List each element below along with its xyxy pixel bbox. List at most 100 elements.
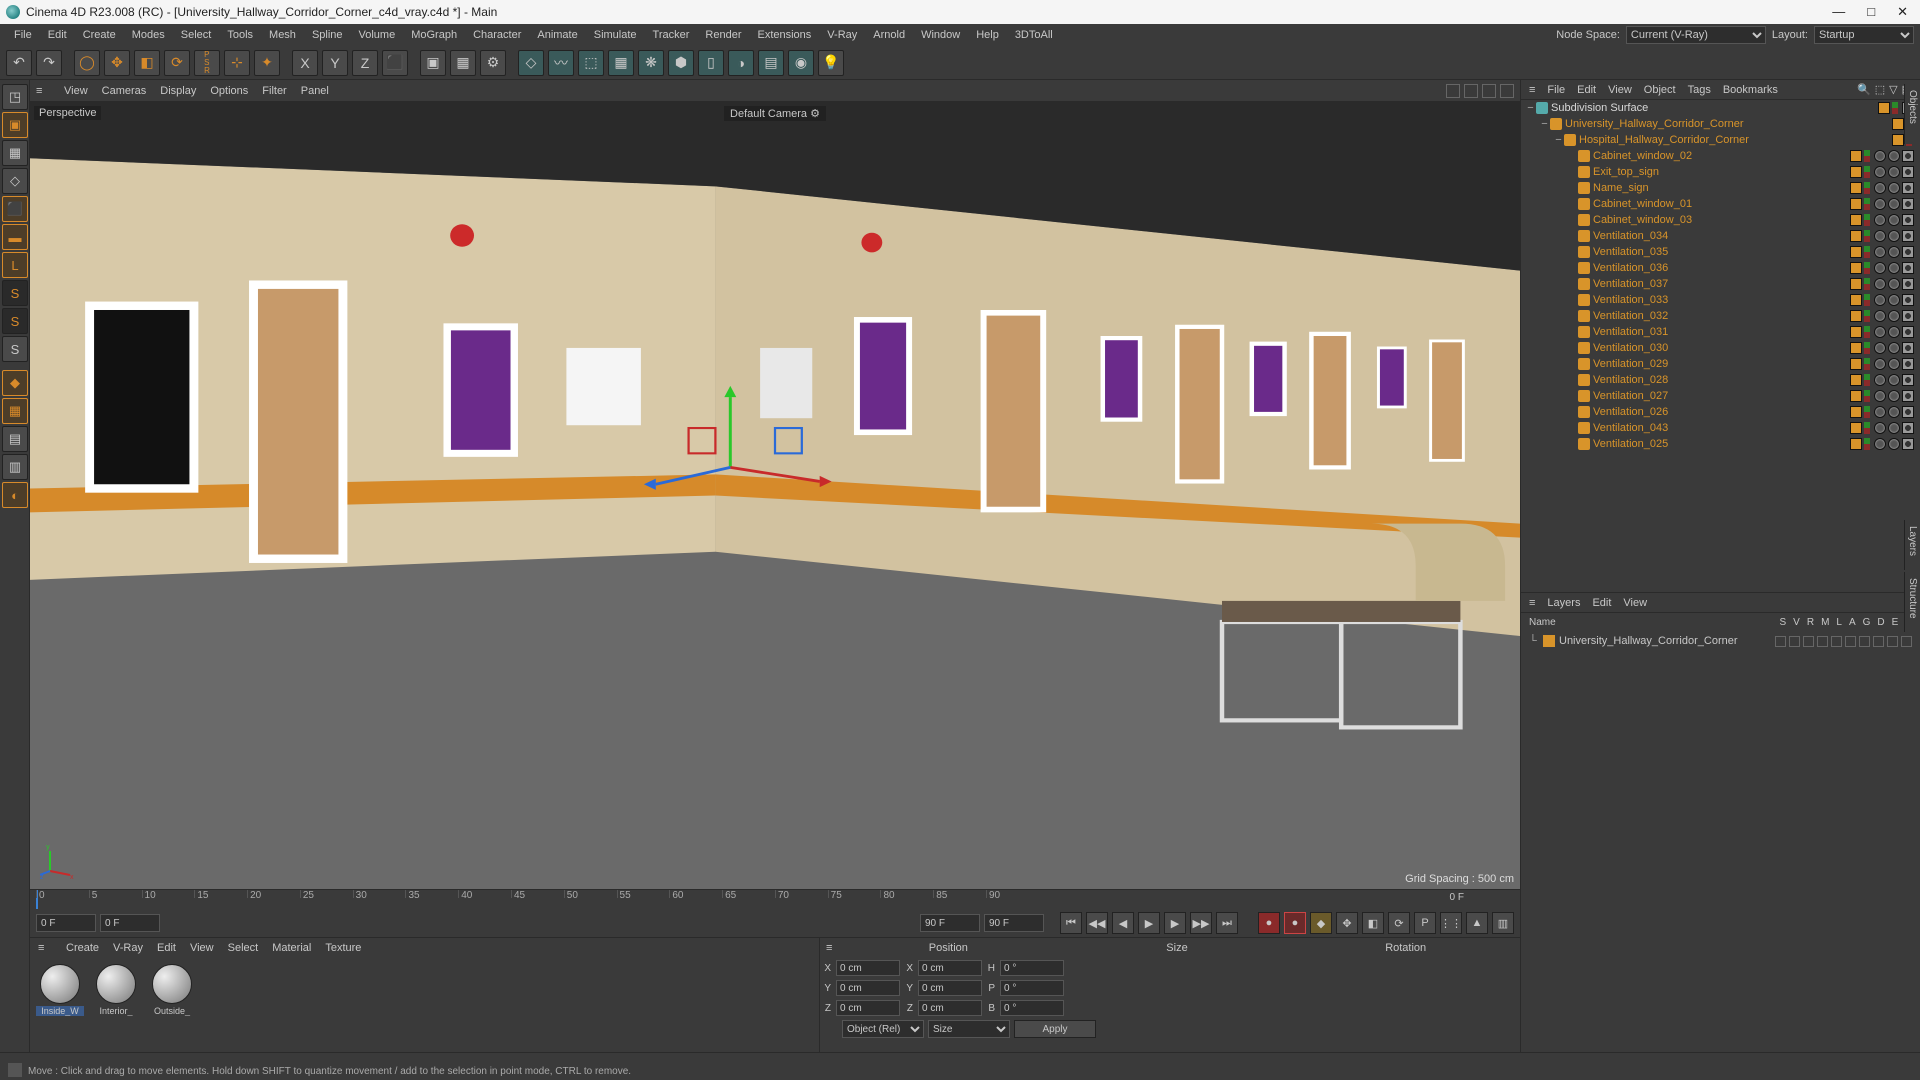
menu-simulate[interactable]: Simulate <box>586 29 645 41</box>
object-row[interactable]: Ventilation_034 <box>1521 228 1920 244</box>
point-mode[interactable]: ⬛ <box>2 196 28 222</box>
om-view-icon[interactable]: ▽ <box>1889 83 1897 96</box>
autokey-button[interactable]: ● <box>1284 912 1306 934</box>
layers-menu-layers[interactable]: Layers <box>1547 597 1580 609</box>
light-add[interactable]: 💡 <box>818 50 844 76</box>
material-menu-select[interactable]: Select <box>228 942 259 954</box>
menu-select[interactable]: Select <box>173 29 220 41</box>
menu-animate[interactable]: Animate <box>529 29 585 41</box>
vp-nav4[interactable] <box>1500 84 1514 98</box>
material-menu-edit[interactable]: Edit <box>157 942 176 954</box>
key-param[interactable]: P <box>1414 912 1436 934</box>
rot-h[interactable] <box>1000 960 1064 976</box>
viewport-menu-filter[interactable]: Filter <box>262 85 286 97</box>
om-menu-bookmarks[interactable]: Bookmarks <box>1723 84 1778 96</box>
object-row[interactable]: Cabinet_window_02 <box>1521 148 1920 164</box>
viewport-perspective[interactable]: Perspective Default Camera ⚙ Grid Spacin… <box>30 102 1520 889</box>
range-from[interactable] <box>100 914 160 932</box>
menu-character[interactable]: Character <box>465 29 529 41</box>
material-menu-create[interactable]: Create <box>66 942 99 954</box>
place2-tool[interactable]: ✦ <box>254 50 280 76</box>
next-frame[interactable]: ▶ <box>1164 912 1186 934</box>
tag-add[interactable]: ◑ <box>728 50 754 76</box>
quantize-toggle[interactable]: ▥ <box>2 454 28 480</box>
size-y[interactable] <box>918 980 982 996</box>
layers-tab[interactable]: Layers <box>1904 520 1920 570</box>
object-row[interactable]: Ventilation_036 <box>1521 260 1920 276</box>
menu-edit[interactable]: Edit <box>40 29 75 41</box>
object-row[interactable]: Ventilation_031 <box>1521 324 1920 340</box>
close-button[interactable]: ✕ <box>1897 4 1908 20</box>
object-mode[interactable]: ▣ <box>2 112 28 138</box>
keyframe-button[interactable]: ◆ <box>1310 912 1332 934</box>
vp-nav1[interactable] <box>1446 84 1460 98</box>
object-row[interactable]: Ventilation_028 <box>1521 372 1920 388</box>
menu-volume[interactable]: Volume <box>351 29 404 41</box>
key-pla[interactable]: ⋮⋮ <box>1440 912 1462 934</box>
anim-mode1[interactable]: ▲ <box>1466 912 1488 934</box>
viewport-menu-cameras[interactable]: Cameras <box>102 85 147 97</box>
object-row[interactable]: Ventilation_043 <box>1521 420 1920 436</box>
snap2-toggle[interactable]: S <box>2 308 28 334</box>
render-region-button[interactable]: ▦ <box>450 50 476 76</box>
layer-row[interactable]: └ University_Hallway_Corridor_Corner <box>1529 633 1912 649</box>
pos-x[interactable] <box>836 960 900 976</box>
objects-tab[interactable]: Objects <box>1904 84 1920 144</box>
object-row[interactable]: Ventilation_029 <box>1521 356 1920 372</box>
range-start[interactable] <box>36 914 96 932</box>
apply-button[interactable]: Apply <box>1014 1020 1096 1038</box>
pos-y[interactable] <box>836 980 900 996</box>
menu-mograph[interactable]: MoGraph <box>403 29 465 41</box>
om-menu-object[interactable]: Object <box>1644 84 1676 96</box>
object-row[interactable]: Cabinet_window_03 <box>1521 212 1920 228</box>
vp-nav3[interactable] <box>1482 84 1496 98</box>
size-mode[interactable]: Size <box>928 1020 1010 1038</box>
psr-tool[interactable]: PSR <box>194 50 220 76</box>
material-thumb[interactable]: Interior_ <box>92 964 140 1016</box>
rot-p[interactable] <box>1000 980 1064 996</box>
menu-v-ray[interactable]: V-Ray <box>819 29 865 41</box>
scene-add[interactable]: ▤ <box>758 50 784 76</box>
menu-modes[interactable]: Modes <box>124 29 173 41</box>
record-button[interactable]: ● <box>1258 912 1280 934</box>
deformer[interactable]: ▦ <box>608 50 634 76</box>
menu-window[interactable]: Window <box>913 29 968 41</box>
workplane-mode[interactable]: ◇ <box>2 168 28 194</box>
viewport-menu-view[interactable]: View <box>64 85 88 97</box>
range-to[interactable] <box>920 914 980 932</box>
prev-key[interactable]: ◀◀ <box>1086 912 1108 934</box>
vp-nav2[interactable] <box>1464 84 1478 98</box>
rot-b[interactable] <box>1000 1000 1064 1016</box>
redo-button[interactable]: ↷ <box>36 50 62 76</box>
move-tool[interactable]: ✥ <box>104 50 130 76</box>
maximize-button[interactable]: □ <box>1867 4 1875 20</box>
om-menu-edit[interactable]: Edit <box>1577 84 1596 96</box>
grid-toggle[interactable]: ▦ <box>2 398 28 424</box>
z-axis-button[interactable]: Z <box>352 50 378 76</box>
anim-mode2[interactable]: ▥ <box>1492 912 1514 934</box>
pos-z[interactable] <box>836 1000 900 1016</box>
next-key[interactable]: ▶▶ <box>1190 912 1212 934</box>
field[interactable]: ❋ <box>638 50 664 76</box>
camera-add[interactable]: ▯ <box>698 50 724 76</box>
size-x[interactable] <box>918 960 982 976</box>
object-row[interactable]: −Hospital_Hallway_Corridor_Corner <box>1521 132 1920 148</box>
material-thumb[interactable]: Outside_ <box>148 964 196 1016</box>
menu-extensions[interactable]: Extensions <box>749 29 819 41</box>
range-end[interactable] <box>984 914 1044 932</box>
menu-tracker[interactable]: Tracker <box>645 29 698 41</box>
scale-tool[interactable]: ◧ <box>134 50 160 76</box>
size-z[interactable] <box>918 1000 982 1016</box>
object-row[interactable]: Ventilation_032 <box>1521 308 1920 324</box>
object-row[interactable]: Name_sign <box>1521 180 1920 196</box>
render-button[interactable]: ▣ <box>420 50 446 76</box>
menu-tools[interactable]: Tools <box>219 29 261 41</box>
place-tool[interactable]: ⊹ <box>224 50 250 76</box>
object-row[interactable]: Cabinet_window_01 <box>1521 196 1920 212</box>
coord-mode[interactable]: Object (Rel) <box>842 1020 924 1038</box>
key-pos[interactable]: ✥ <box>1336 912 1358 934</box>
om-menu-tags[interactable]: Tags <box>1688 84 1711 96</box>
x-axis-button[interactable]: X <box>292 50 318 76</box>
object-row[interactable]: Ventilation_037 <box>1521 276 1920 292</box>
play[interactable]: ▶ <box>1138 912 1160 934</box>
